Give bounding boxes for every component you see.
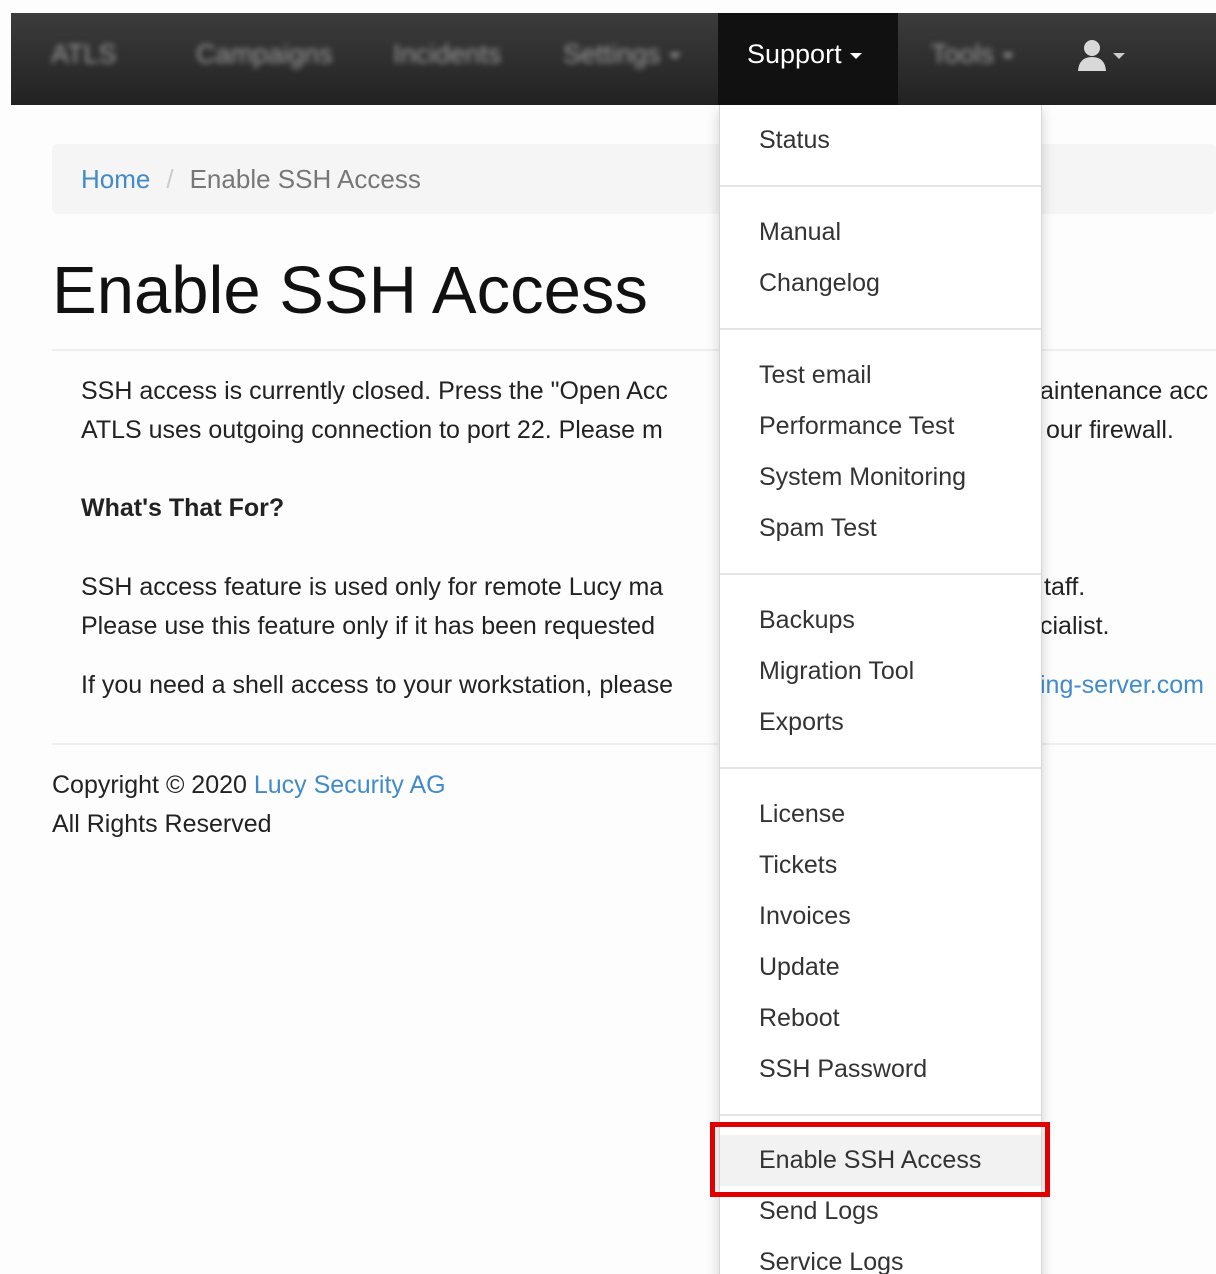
menu-item-manual[interactable]: Manual: [720, 207, 1041, 258]
menu-divider: [720, 328, 1041, 330]
intro-line-2-tail: our firewall.: [1046, 416, 1174, 444]
menu-item-invoices[interactable]: Invoices: [720, 891, 1041, 942]
nav-support-label: Support: [747, 39, 842, 69]
shell-line: If you need a shell access to your works…: [81, 671, 673, 699]
menu-item-spam-test[interactable]: Spam Test: [720, 503, 1041, 554]
menu-item-service-logs[interactable]: Service Logs: [720, 1237, 1041, 1274]
nav-support[interactable]: Support: [718, 13, 898, 105]
menu-item-license[interactable]: License: [720, 789, 1041, 840]
menu-item-status[interactable]: Status: [720, 115, 1041, 166]
menu-item-update[interactable]: Update: [720, 942, 1041, 993]
feature-line-2: Please use this feature only if it has b…: [81, 612, 655, 640]
copyright-line: Copyright © 2020 Lucy Security AG: [52, 766, 446, 805]
menu-item-ssh-password[interactable]: SSH Password: [720, 1044, 1041, 1095]
company-link[interactable]: Lucy Security AG: [254, 771, 446, 799]
menu-divider: [720, 767, 1041, 769]
nav-tools[interactable]: Tools: [931, 13, 1015, 105]
menu-divider: [720, 185, 1041, 187]
page-title: Enable SSH Access: [52, 253, 648, 328]
rights-text: All Rights Reserved: [52, 810, 272, 838]
nav-settings[interactable]: Settings: [563, 13, 681, 105]
intro-line-1: SSH access is currently closed. Press th…: [81, 377, 668, 405]
nav-incidents[interactable]: Incidents: [393, 13, 501, 105]
nav-campaigns[interactable]: Campaigns: [196, 13, 333, 105]
intro-line-2: ATLS uses outgoing connection to port 22…: [81, 416, 663, 444]
menu-item-backups[interactable]: Backups: [720, 595, 1041, 646]
menu-divider: [720, 1114, 1041, 1116]
caret-down-icon: [668, 52, 681, 59]
breadcrumb-home-link[interactable]: Home: [81, 164, 150, 194]
brand-logo[interactable]: ATLS: [51, 13, 117, 105]
caret-down-icon: [1113, 53, 1125, 59]
user-menu[interactable]: [1077, 37, 1137, 77]
copyright-text: Copyright © 2020: [52, 771, 247, 799]
shell-email-link[interactable]: ing-server.com: [1040, 666, 1204, 705]
section-heading: What's That For?: [81, 494, 285, 522]
caret-down-icon: [1002, 52, 1015, 59]
footer: Copyright © 2020 Lucy Security AG All Ri…: [52, 766, 446, 844]
user-icon: [1078, 40, 1106, 71]
menu-item-performance-test[interactable]: Performance Test: [720, 401, 1041, 452]
menu-divider: [720, 573, 1041, 575]
menu-item-reboot[interactable]: Reboot: [720, 993, 1041, 1044]
menu-item-changelog[interactable]: Changelog: [720, 258, 1041, 309]
menu-item-test-email[interactable]: Test email: [720, 350, 1041, 401]
top-navbar: ATLS Campaigns Incidents Settings Suppor…: [11, 13, 1216, 105]
nav-tools-label: Tools: [931, 39, 995, 69]
menu-item-tickets[interactable]: Tickets: [720, 840, 1041, 891]
highlight-annotation-box: [710, 1122, 1050, 1197]
caret-down-icon: [849, 52, 862, 59]
menu-item-system-monitoring[interactable]: System Monitoring: [720, 452, 1041, 503]
breadcrumb-current: Enable SSH Access: [189, 164, 421, 194]
intro-line-1-tail: aintenance acc: [1040, 377, 1209, 405]
menu-item-exports[interactable]: Exports: [720, 697, 1041, 748]
feature-line-2-tail: cialist.: [1040, 612, 1110, 640]
support-dropdown-menu: Status Manual Changelog Test email Perfo…: [719, 105, 1042, 1274]
breadcrumb-separator: /: [166, 164, 174, 194]
nav-settings-label: Settings: [563, 39, 661, 69]
feature-line-1-tail: taff.: [1044, 573, 1086, 601]
menu-item-migration-tool[interactable]: Migration Tool: [720, 646, 1041, 697]
feature-line-1: SSH access feature is used only for remo…: [81, 573, 664, 601]
